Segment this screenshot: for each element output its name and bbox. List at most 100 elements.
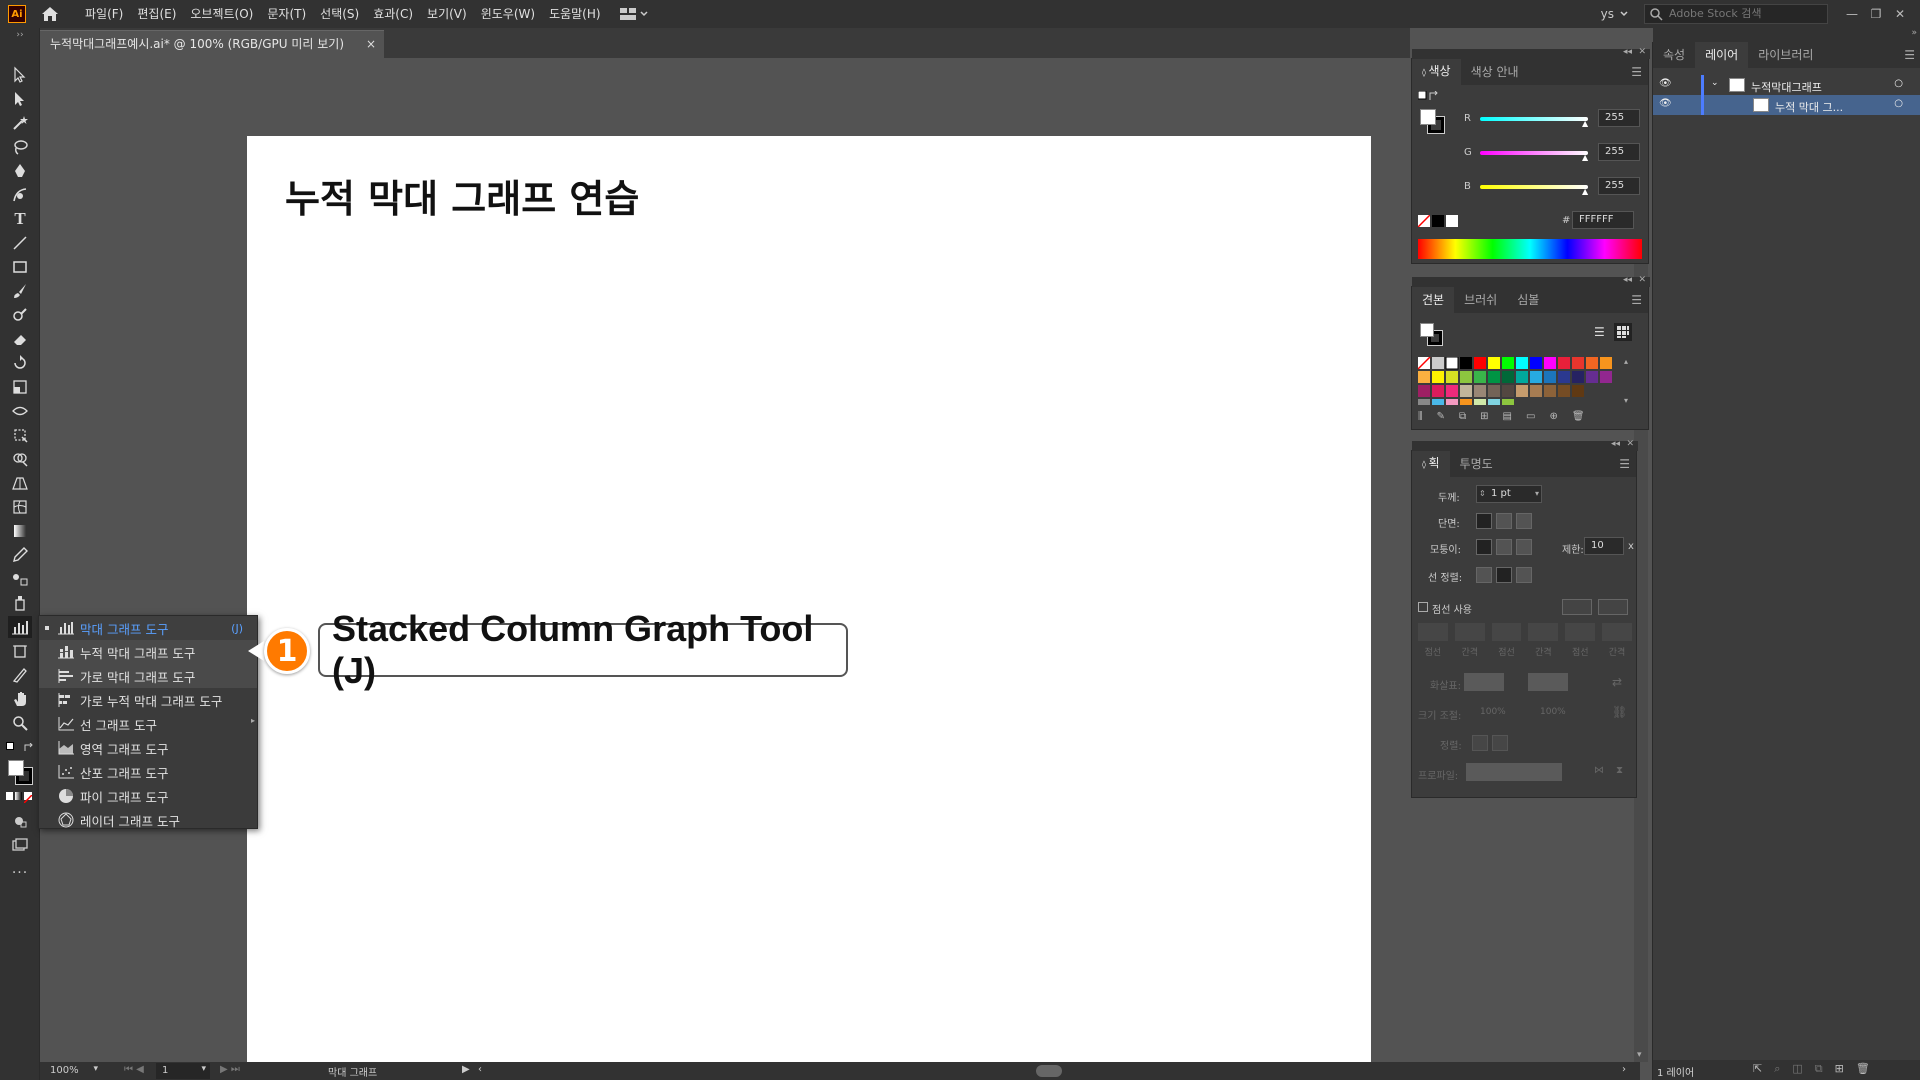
flyout-item-stacked-column-graph[interactable]: 누적 막대 그래프 도구 [39,640,257,664]
stock-search-input[interactable]: Adobe Stock 검색 [1644,4,1828,24]
layer-row[interactable]: 👁 ⌄ 누적막대그래프 ○ [1653,75,1920,95]
swap-arrowheads-icon[interactable]: ⇄ [1612,675,1622,689]
limit-input[interactable]: 10 [1584,537,1624,555]
align-center-button[interactable] [1476,567,1492,583]
tab-transparency[interactable]: 투명도 [1450,451,1503,477]
panel-menu-icon[interactable]: ☰ [1631,293,1642,307]
tab-color-guide[interactable]: 색상 안내 [1461,59,1529,85]
lasso-tool-icon[interactable] [8,136,32,158]
swatch-library-icon[interactable]: ⫼ [1418,411,1423,427]
selection-tool-icon[interactable] [8,64,32,86]
dashed-line-checkbox[interactable] [1418,602,1428,612]
menu-window[interactable]: 윈도우(W) [474,0,542,28]
direct-selection-tool-icon[interactable] [8,88,32,110]
fill-stroke-swatch[interactable] [1418,321,1444,347]
tab-layers[interactable]: 레이어 [1695,42,1749,68]
color-group-edit-icon[interactable]: ▤ [1503,411,1512,427]
default-fill-stroke-icon[interactable] [1417,90,1440,108]
tab-libraries[interactable]: 라이브러리 [1748,42,1823,68]
butt-cap-button[interactable] [1476,513,1492,529]
flyout-item-line-graph[interactable]: 선 그래프 도구 [39,712,257,736]
flyout-item-pie-graph[interactable]: 파이 그래프 도구 [39,784,257,808]
panel-menu-icon[interactable]: ☰ [1619,457,1630,471]
hand-tool-icon[interactable] [8,688,32,710]
artboard-heading[interactable]: 누적 막대 그래프 연습 [285,168,639,223]
artboard-number-select[interactable]: 1 ▾ [156,1063,210,1079]
projecting-cap-button[interactable] [1516,513,1532,529]
dash-align-button[interactable] [1598,599,1628,615]
pen-tool-icon[interactable] [8,160,32,182]
blend-tool-icon[interactable] [8,568,32,590]
line-segment-tool-icon[interactable] [8,232,32,254]
fill-stroke-swatch[interactable] [1418,107,1446,135]
user-name[interactable]: ys [1601,7,1614,21]
b-value-input[interactable]: 255 [1598,177,1640,195]
artboard[interactable]: 누적 막대 그래프 연습 [247,136,1371,1062]
tab-swatches[interactable]: 견본 [1412,287,1455,313]
gap-input[interactable] [1602,623,1632,641]
shape-builder-tool-icon[interactable] [8,448,32,470]
rotate-tool-icon[interactable] [8,352,32,374]
b-slider-thumb[interactable]: ▲ [1582,187,1588,196]
shaper-tool-icon[interactable] [8,304,32,326]
dash-input[interactable] [1491,623,1522,641]
eraser-tool-icon[interactable] [8,328,32,350]
align-outside-button[interactable] [1516,567,1532,583]
black-swatch[interactable] [1432,215,1444,227]
gap-input[interactable] [1454,623,1485,641]
swatch-options-icon[interactable]: ⧉ [1459,411,1466,427]
align-inside-button[interactable] [1496,567,1512,583]
end-scale-value[interactable]: 100% [1540,707,1566,717]
restore-button[interactable]: ❐ [1864,7,1888,21]
tab-brushes[interactable]: 브러쉬 [1454,287,1507,313]
b-slider[interactable] [1480,185,1588,189]
gradient-tool-icon[interactable] [8,520,32,542]
menu-view[interactable]: 보기(V) [420,0,474,28]
chevron-down-icon[interactable]: ▾ [1535,486,1539,502]
free-transform-tool-icon[interactable] [8,424,32,446]
width-tool-icon[interactable] [8,400,32,422]
flyout-item-column-graph[interactable]: 막대 그래프 도구 (J) [39,616,257,640]
delete-swatch-icon[interactable]: 🗑 [1572,411,1585,427]
delete-layer-icon[interactable]: 🗑 [1856,1062,1870,1076]
new-swatch-icon[interactable]: ⊕ [1549,411,1557,427]
default-colors-icon[interactable] [6,740,34,754]
close-button[interactable]: ✕ [1888,7,1912,21]
menu-select[interactable]: 선택(S) [313,0,366,28]
scale-tool-icon[interactable] [8,376,32,398]
panel-menu-icon[interactable]: ☰ [1631,65,1642,79]
hex-value-input[interactable]: FFFFFF [1572,211,1634,229]
sublayer-target-icon[interactable]: ○ [1894,98,1903,109]
g-slider[interactable] [1480,151,1588,155]
close-panel-icon[interactable]: ✕ [1626,439,1634,449]
r-slider-thumb[interactable]: ▲ [1582,119,1588,128]
new-color-group-icon[interactable]: ▭ [1526,411,1535,427]
panel-menu-icon[interactable]: ☰ [1904,48,1915,62]
scroll-down-icon[interactable]: ▾ [1637,1050,1642,1060]
collapse-panel-icon[interactable]: » [1911,28,1917,38]
new-layer-icon[interactable]: ⊞ [1835,1062,1844,1076]
menu-type[interactable]: 문자(T) [260,0,313,28]
round-cap-button[interactable] [1496,513,1512,529]
white-swatch[interactable] [1446,215,1458,227]
menu-help[interactable]: 도움말(H) [542,0,608,28]
make-clipping-mask-icon[interactable]: ◫ [1792,1062,1802,1076]
swatch-scrollbar[interactable]: ▴ ▾ [1624,357,1634,405]
g-value-input[interactable]: 255 [1598,143,1640,161]
document-tab[interactable]: 누적막대그래프예시.ai* @ 100% (RGB/GPU 미리 보기) × [40,30,384,58]
collapse-panel-icon[interactable]: ◂◂ [1623,47,1632,57]
g-slider-thumb[interactable]: ▲ [1582,153,1588,162]
visibility-eye-icon[interactable]: 👁 [1659,78,1672,89]
flip-across-icon[interactable]: ⧗ [1616,765,1623,776]
locate-object-icon[interactable]: ⌕ [1774,1062,1780,1076]
collapse-panel-icon[interactable]: ◂◂ [1623,275,1632,285]
flyout-item-radar-graph[interactable]: 레이더 그래프 도구 [39,808,257,832]
paintbrush-tool-icon[interactable] [8,280,32,302]
column-graph-tool-icon[interactable] [8,616,32,638]
expand-layer-icon[interactable]: ⌄ [1711,78,1719,88]
r-value-input[interactable]: 255 [1598,109,1640,127]
artboard-nav-prev-icons[interactable]: ⏮ ◀ [124,1064,144,1075]
swatch-kind-icon[interactable]: ✎ [1437,411,1445,427]
tab-color[interactable]: ◊ 색상 [1412,58,1461,86]
visibility-eye-icon[interactable]: 👁 [1659,98,1672,109]
